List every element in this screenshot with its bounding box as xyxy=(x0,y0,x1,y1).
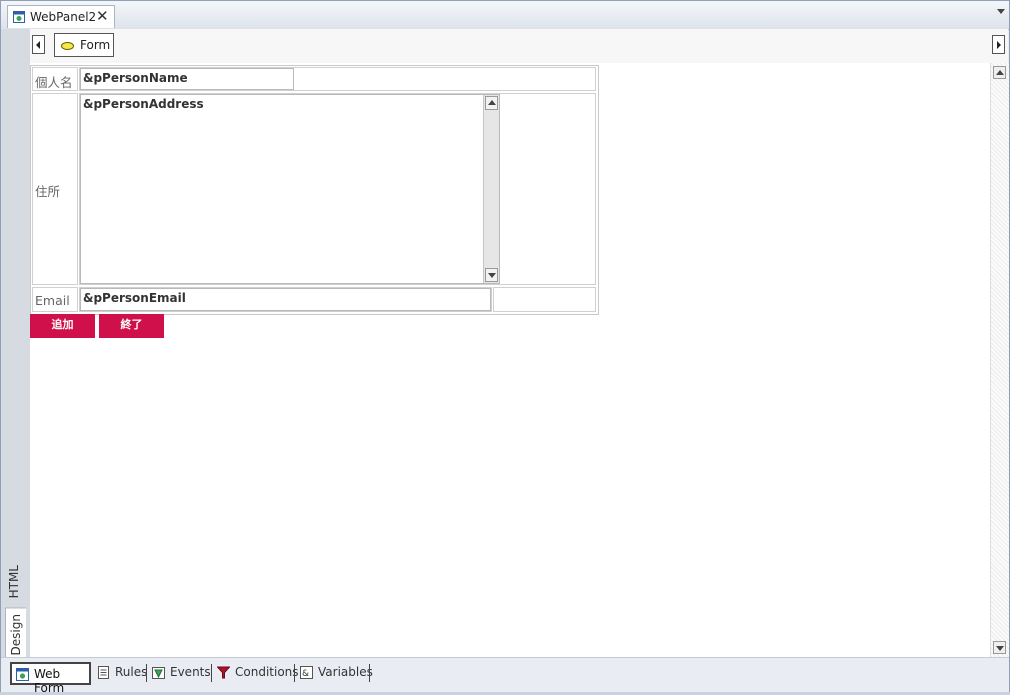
breadcrumb-form[interactable]: Form xyxy=(54,33,114,57)
person-email-field[interactable]: &pPersonEmail xyxy=(80,288,491,311)
textarea-scroll-down-button[interactable] xyxy=(485,268,498,282)
arrow-left-icon xyxy=(36,41,40,49)
name-label: 個人名 xyxy=(35,75,73,90)
arrow-up-icon xyxy=(488,100,496,105)
svg-text:&: & xyxy=(302,669,309,679)
textarea-scroll-up-button[interactable] xyxy=(485,96,498,110)
exit-button[interactable]: 終了 xyxy=(99,314,164,338)
scroll-right-button[interactable] xyxy=(992,35,1005,54)
scroll-left-button[interactable] xyxy=(32,35,45,54)
arrow-up-icon xyxy=(996,70,1004,75)
tab-webpanel2[interactable]: WebPanel2 ✕ xyxy=(7,5,115,28)
close-tab-icon[interactable]: ✕ xyxy=(96,7,109,25)
tab-html[interactable]: HTML xyxy=(7,565,21,598)
tab-rules[interactable]: Rules xyxy=(93,662,148,685)
conditions-filter-icon xyxy=(217,666,230,679)
canvas-scroll-up-button[interactable] xyxy=(993,66,1006,79)
breadcrumb-label: Form xyxy=(80,38,111,52)
tab-separator xyxy=(294,664,295,682)
form-table: 個人名 &pPersonName 住所 &pPersonAddress Emai… xyxy=(30,65,599,315)
address-label-cell: 住所 xyxy=(32,93,78,285)
textarea-scrollbar[interactable] xyxy=(483,95,499,283)
design-canvas[interactable]: 個人名 &pPersonName 住所 &pPersonAddress Emai… xyxy=(30,63,990,657)
part-tabs-bar: Web Form Rules Events Conditions & Varia… xyxy=(1,657,1009,695)
tab-label: Rules xyxy=(115,665,148,679)
document-tab-strip: WebPanel2 ✕ xyxy=(1,1,1009,30)
address-field-cell: &pPersonAddress xyxy=(79,93,596,285)
tab-label: Conditions xyxy=(235,665,299,679)
person-name-field[interactable]: &pPersonName xyxy=(80,68,294,90)
canvas-scroll-down-button[interactable] xyxy=(993,641,1006,654)
view-mode-bar: HTML Design xyxy=(1,29,31,663)
tab-conditions[interactable]: Conditions xyxy=(213,662,299,685)
tab-list-dropdown-icon[interactable] xyxy=(997,9,1005,14)
tab-title: WebPanel2 xyxy=(30,10,97,24)
email-label: Email xyxy=(35,293,70,308)
tab-events[interactable]: Events xyxy=(148,662,211,685)
rules-icon xyxy=(98,666,109,679)
tab-label: Events xyxy=(170,665,211,679)
arrow-down-icon xyxy=(488,273,496,278)
variables-icon: & xyxy=(300,666,313,679)
name-field-cell: &pPersonName xyxy=(79,67,596,91)
tab-separator xyxy=(211,664,212,682)
tab-variables[interactable]: & Variables xyxy=(296,662,373,685)
email-field-cell: &pPersonEmail xyxy=(79,287,492,312)
arrow-right-icon xyxy=(997,41,1001,49)
tab-label: Variables xyxy=(318,665,373,679)
tab-separator xyxy=(369,664,370,682)
tab-separator xyxy=(146,664,147,682)
address-value: &pPersonAddress xyxy=(83,97,204,111)
name-label-cell: 個人名 xyxy=(32,67,78,91)
tab-label: Web Form xyxy=(34,667,65,695)
tab-web-form[interactable]: Web Form xyxy=(10,662,91,695)
events-icon xyxy=(152,667,165,679)
web-form-icon xyxy=(16,668,29,681)
breadcrumb-bar: Form xyxy=(30,29,1008,64)
editor-window: WebPanel2 ✕ HTML Design Form 個人名 &pPerso… xyxy=(0,0,1010,695)
add-button[interactable]: 追加 xyxy=(30,314,95,338)
arrow-down-icon xyxy=(996,646,1004,651)
canvas-vertical-scrollbar[interactable] xyxy=(990,63,1009,657)
email-empty-cell xyxy=(493,287,596,312)
tab-design[interactable]: Design xyxy=(5,607,26,663)
form-oval-icon xyxy=(61,42,74,50)
email-label-cell: Email xyxy=(32,287,78,312)
address-label: 住所 xyxy=(35,184,61,199)
webpanel-icon xyxy=(13,11,25,23)
person-address-textarea[interactable]: &pPersonAddress xyxy=(80,94,500,284)
